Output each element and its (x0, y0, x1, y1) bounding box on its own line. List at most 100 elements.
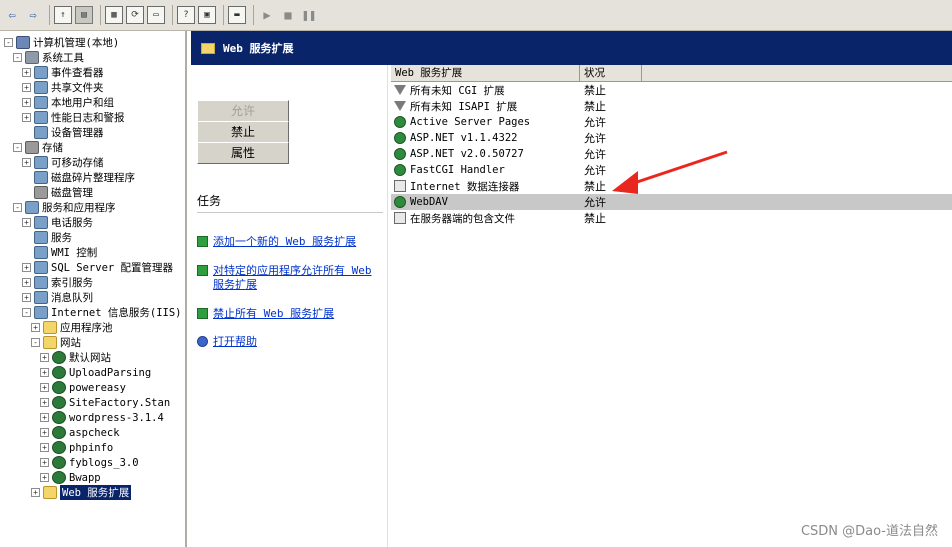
tree-item-label[interactable]: SQL Server 配置管理器 (51, 260, 173, 275)
pause-icon[interactable]: ❚❚ (300, 6, 318, 24)
tree-item[interactable]: - 系统工具 (13, 50, 84, 65)
tree-item-label[interactable]: 电话服务 (51, 215, 93, 230)
collapse-icon[interactable]: - (22, 308, 31, 317)
computer-icon[interactable]: ▬ (228, 6, 246, 24)
tree-item-label[interactable]: 服务和应用程序 (42, 200, 116, 215)
allow-button[interactable]: 允许 (197, 100, 289, 122)
tree-item[interactable]: + SiteFactory.Stan (40, 395, 170, 410)
tree-item[interactable]: + 索引服务 (22, 275, 93, 290)
tree-item-label[interactable]: 计算机管理(本地) (33, 35, 119, 50)
extension-name-cell[interactable]: FastCGI Handler (391, 164, 580, 176)
tree-item[interactable]: - Internet 信息服务(IIS) (22, 305, 182, 320)
tree-item[interactable]: 设备管理器 (22, 125, 104, 140)
expand-icon[interactable]: + (40, 398, 49, 407)
tree-item[interactable]: + wordpress-3.1.4 (40, 410, 164, 425)
tree-item-label[interactable]: Web 服务扩展 (60, 485, 132, 500)
extension-name-cell[interactable]: Active Server Pages (391, 116, 580, 128)
tree-item-label[interactable]: WMI 控制 (51, 245, 97, 260)
refresh-icon[interactable]: ⟳ (126, 6, 144, 24)
task-label[interactable]: 对特定的应用程序允许所有 Web 服务扩展 (213, 264, 383, 292)
tree-item[interactable]: - 计算机管理(本地) (4, 35, 119, 50)
list-row[interactable]: WebDAV 允许 (391, 194, 952, 210)
collapse-icon[interactable]: - (31, 338, 40, 347)
forward-icon[interactable]: ⇨ (24, 6, 42, 24)
task-open-help[interactable]: 打开帮助 (197, 335, 383, 349)
tree-item[interactable]: - 存储 (13, 140, 63, 155)
list-row[interactable]: ASP.NET v2.0.50727 允许 (391, 146, 952, 162)
tree-item[interactable]: WMI 控制 (22, 245, 97, 260)
up-folder-icon[interactable]: ↑ (54, 6, 72, 24)
expand-icon[interactable]: + (31, 488, 40, 497)
collapse-icon[interactable]: - (4, 38, 13, 47)
tree-item[interactable]: + 事件查看器 (22, 65, 104, 80)
tree-item-label[interactable]: 默认网站 (69, 350, 111, 365)
deny-button[interactable]: 禁止 (197, 121, 289, 143)
tree-item-label[interactable]: Internet 信息服务(IIS) (51, 305, 182, 320)
tree-item[interactable]: + fyblogs_3.0 (40, 455, 139, 470)
tree-item[interactable]: + UploadParsing (40, 365, 151, 380)
stop-icon[interactable]: ■ (279, 6, 297, 24)
expand-icon[interactable]: + (40, 368, 49, 377)
tree-item-label[interactable]: 服务 (51, 230, 72, 245)
tree-item-label[interactable]: fyblogs_3.0 (69, 457, 139, 469)
list-row[interactable]: 所有未知 CGI 扩展 禁止 (391, 82, 952, 98)
tree-item-label[interactable]: 共享文件夹 (51, 80, 104, 95)
tree-item-label[interactable]: aspcheck (69, 427, 120, 439)
expand-icon[interactable]: + (40, 413, 49, 422)
list-row[interactable]: Active Server Pages 允许 (391, 114, 952, 130)
expand-icon[interactable]: + (22, 98, 31, 107)
tree-item[interactable]: + 默认网站 (40, 350, 111, 365)
column-header-status[interactable]: 状况 (580, 65, 642, 81)
tree-item-label[interactable]: 可移动存储 (51, 155, 104, 170)
tree-item-label[interactable]: 存储 (42, 140, 63, 155)
tree-item[interactable]: 磁盘碎片整理程序 (22, 170, 135, 185)
tree-item[interactable]: + Web 服务扩展 (31, 485, 132, 500)
tree-item[interactable]: + 性能日志和警报 (22, 110, 125, 125)
expand-icon[interactable]: + (40, 353, 49, 362)
help-icon[interactable]: ? (177, 6, 195, 24)
list-row[interactable]: ASP.NET v1.1.4322 允许 (391, 130, 952, 146)
tree-item-label[interactable]: 磁盘碎片整理程序 (51, 170, 135, 185)
expand-icon[interactable]: + (22, 158, 31, 167)
tree-item-label[interactable]: 本地用户和组 (51, 95, 114, 110)
extension-name-cell[interactable]: 在服务器端的包含文件 (391, 211, 580, 226)
task-label[interactable]: 禁止所有 Web 服务扩展 (213, 307, 334, 321)
expand-icon[interactable]: + (40, 473, 49, 482)
task-deny-all[interactable]: 禁止所有 Web 服务扩展 (197, 307, 383, 321)
tree-item-label[interactable]: UploadParsing (69, 367, 151, 379)
tree-item-label[interactable]: 磁盘管理 (51, 185, 93, 200)
tree-item[interactable]: - 服务和应用程序 (13, 200, 116, 215)
tree-item[interactable]: 服务 (22, 230, 72, 245)
extension-name-cell[interactable]: Internet 数据连接器 (391, 179, 580, 194)
tree-item[interactable]: + 可移动存储 (22, 155, 104, 170)
expand-icon[interactable]: + (40, 383, 49, 392)
tree-item-label[interactable]: 性能日志和警报 (51, 110, 125, 125)
tree-item-label[interactable]: 系统工具 (42, 50, 84, 65)
export-icon[interactable]: ▭ (147, 6, 165, 24)
tree-item-label[interactable]: 事件查看器 (51, 65, 104, 80)
task-label[interactable]: 打开帮助 (213, 335, 257, 349)
list-row[interactable]: Internet 数据连接器 禁止 (391, 178, 952, 194)
play-icon[interactable]: ▶ (258, 6, 276, 24)
tree-item[interactable]: - 网站 (31, 335, 81, 350)
expand-icon[interactable]: + (22, 83, 31, 92)
tree-item-label[interactable]: wordpress-3.1.4 (69, 412, 164, 424)
expand-icon[interactable]: + (40, 458, 49, 467)
expand-icon[interactable]: + (31, 323, 40, 332)
collapse-icon[interactable]: - (13, 143, 22, 152)
expand-icon[interactable]: + (40, 443, 49, 452)
tree-item-label[interactable]: Bwapp (69, 472, 101, 484)
list-row[interactable]: 在服务器端的包含文件 禁止 (391, 210, 952, 226)
expand-icon[interactable]: + (22, 278, 31, 287)
task-add-extension[interactable]: 添加一个新的 Web 服务扩展 (197, 235, 383, 249)
task-label[interactable]: 添加一个新的 Web 服务扩展 (213, 235, 356, 249)
tree-item[interactable]: + phpinfo (40, 440, 113, 455)
tree-item[interactable]: + powereasy (40, 380, 126, 395)
tree-item[interactable]: 磁盘管理 (22, 185, 93, 200)
list-row[interactable]: FastCGI Handler 允许 (391, 162, 952, 178)
list-row[interactable]: 所有未知 ISAPI 扩展 禁止 (391, 98, 952, 114)
tree-item-label[interactable]: SiteFactory.Stan (69, 397, 170, 409)
show-tree-icon[interactable]: ▤ (75, 6, 93, 24)
collapse-icon[interactable]: - (13, 203, 22, 212)
tree-item[interactable]: + SQL Server 配置管理器 (22, 260, 173, 275)
